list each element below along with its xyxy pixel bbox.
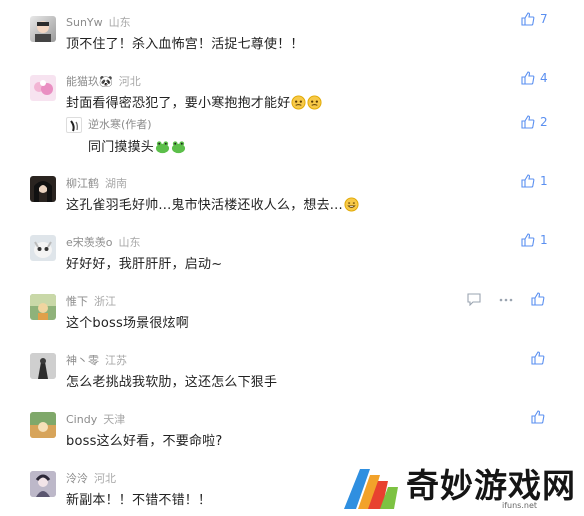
avatar[interactable] [30, 294, 56, 320]
like-button[interactable]: 1 [521, 174, 548, 188]
like-button[interactable]: 7 [521, 12, 548, 26]
thumbs-up-icon [521, 174, 535, 188]
region: 河北 [118, 75, 141, 88]
comment-text: 好好好，我肝肝肝，启动~ [66, 257, 223, 272]
comment-meta: e宋羡羡o 山东 [66, 234, 141, 250]
comment-text-content: 同门摸摸头 [88, 140, 155, 155]
comment-meta: 柳江鹤 湖南 [66, 175, 127, 191]
comment-meta: SunYw 山东 [66, 14, 131, 30]
comment-text-content: 封面看得密恐犯了，要小寒抱抱才能好 [66, 96, 291, 111]
like-button[interactable] [531, 292, 550, 306]
username[interactable]: 能猫玖🐼 [66, 75, 113, 88]
like-count: 1 [540, 174, 548, 188]
avatar[interactable] [30, 176, 56, 202]
worried-face-emoji [291, 95, 306, 110]
thumbs-up-icon [521, 233, 535, 247]
like-count: 7 [540, 12, 548, 26]
like-button[interactable] [531, 410, 550, 424]
thumbs-up-icon [531, 292, 545, 306]
username[interactable]: SunYw [66, 16, 103, 29]
more-dots-icon[interactable] [499, 298, 513, 302]
comment-text: 顶不住了！杀入血怖宫！活捉七尊使！！ [66, 37, 304, 52]
comment-text: 这个boss场景很炫啊 [66, 316, 189, 331]
comment-text: 同门摸摸头 [88, 136, 186, 155]
avatar[interactable] [30, 471, 56, 497]
frog-emoji [155, 141, 170, 154]
comment-text: boss这么好看，不要命啦? [66, 434, 223, 449]
like-count: 2 [540, 115, 548, 129]
region: 河北 [94, 472, 116, 485]
like-button[interactable]: 2 [521, 115, 548, 129]
worried-face-emoji [307, 95, 322, 110]
comment-text-content: 这孔雀羽毛好帅...鬼市快活楼还收人么，想去... [66, 198, 343, 213]
thumbs-up-icon [521, 71, 535, 85]
avatar[interactable] [30, 412, 56, 438]
comment-text: 封面看得密恐犯了，要小寒抱抱才能好 [66, 92, 322, 111]
thumbs-up-icon [531, 351, 545, 365]
avatar[interactable] [30, 16, 56, 42]
comment-meta: 能猫玖🐼 河北 [66, 73, 141, 89]
grin-emoji [344, 197, 359, 212]
like-count: 1 [540, 233, 548, 247]
thumbs-up-icon [521, 115, 535, 129]
comment-text: 新副本！！不错不错！！ [66, 493, 212, 508]
username[interactable]: 惟下 [66, 295, 88, 308]
region: 山东 [118, 236, 141, 249]
thumbs-up-icon [521, 12, 535, 26]
frog-emoji [171, 141, 186, 154]
comment-text: 怎么老挑战我软肋，这还怎么下狠手 [66, 375, 278, 390]
site-logo-icon [344, 469, 398, 509]
like-count: 4 [540, 71, 548, 85]
like-button[interactable] [531, 351, 550, 365]
region: 江苏 [105, 354, 127, 367]
comment-meta: 神丶零 江苏 [66, 352, 127, 368]
like-button[interactable]: 4 [521, 71, 548, 85]
avatar[interactable] [66, 117, 82, 133]
username[interactable]: Cindy [66, 413, 97, 426]
region: 湖南 [105, 177, 127, 190]
username[interactable]: 柳江鹤 [66, 177, 99, 190]
avatar[interactable] [30, 75, 56, 101]
comment-text: 这孔雀羽毛好帅...鬼市快活楼还收人么，想去... [66, 194, 359, 213]
comment-meta: 惟下 浙江 [66, 293, 116, 309]
avatar[interactable] [30, 235, 56, 261]
site-url: ifuns.net [502, 501, 538, 510]
region: 浙江 [94, 295, 116, 308]
thumbs-up-icon [531, 410, 545, 424]
site-title: 奇妙游戏网 [406, 466, 576, 505]
comment-meta: 逆水寒(作者) [88, 116, 152, 132]
avatar[interactable] [30, 353, 56, 379]
username[interactable]: 神丶零 [66, 354, 99, 367]
comment-meta: Cindy 天津 [66, 411, 125, 427]
like-button[interactable]: 1 [521, 233, 548, 247]
comment-meta: 泠泠 河北 [66, 470, 116, 486]
site-watermark: 奇妙游戏网 ifuns.net [334, 455, 584, 516]
username[interactable]: e宋羡羡o [66, 236, 113, 249]
comment-bubble-icon[interactable] [467, 293, 481, 306]
username[interactable]: 逆水寒(作者) [88, 118, 152, 131]
region: 山东 [108, 16, 131, 29]
username[interactable]: 泠泠 [66, 472, 88, 485]
region: 天津 [103, 413, 126, 426]
